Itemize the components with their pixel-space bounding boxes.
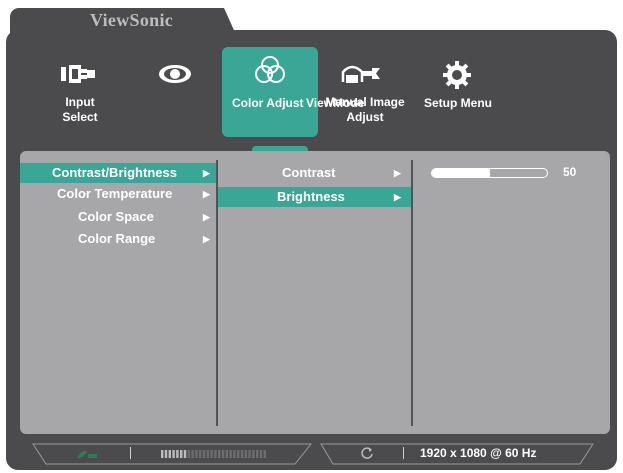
- level-bar: [176, 450, 179, 458]
- arrow-right-icon: ▶: [203, 212, 210, 222]
- menu-item-color-temperature[interactable]: Color Temperature ▶: [20, 184, 216, 204]
- level-bar: [199, 450, 202, 458]
- menu-item-color-range[interactable]: Color Range ▶: [20, 229, 216, 249]
- slider-fill: [432, 169, 490, 177]
- level-bar: [180, 450, 183, 458]
- level-bar: [256, 450, 259, 458]
- menu-item-contrast[interactable]: Contrast ▶: [218, 163, 411, 183]
- input-select-icon: [61, 65, 95, 83]
- level-bar: [221, 450, 225, 458]
- arrow-right-icon: ▶: [203, 234, 210, 244]
- tab-input-select[interactable]: Input Select: [52, 60, 108, 130]
- eye-icon: [159, 65, 191, 83]
- level-bar: [183, 450, 187, 458]
- level-bar: [252, 450, 255, 458]
- status-separator: [403, 447, 404, 459]
- level-bar: [202, 450, 206, 458]
- tab-input-select-label: Input Select: [62, 95, 98, 124]
- level-bar: [191, 450, 194, 458]
- level-bar: [214, 450, 217, 458]
- resolution-readout: 1920 x 1080 @ 60 Hz: [420, 446, 537, 460]
- brightness-slider[interactable]: [431, 168, 548, 178]
- status-separator: [130, 447, 131, 459]
- menu-item-contrast-brightness[interactable]: Contrast/Brightness ▶: [20, 163, 216, 183]
- menu-item-label: Brightness: [277, 189, 345, 204]
- brightness-level-indicator: [161, 450, 266, 458]
- menu-item-color-space[interactable]: Color Space ▶: [20, 207, 216, 227]
- level-bar: [233, 450, 236, 458]
- level-bar: [168, 450, 171, 458]
- level-bar: [195, 450, 198, 458]
- level-bar: [164, 450, 168, 458]
- level-bar: [172, 450, 175, 458]
- level-bar: [225, 450, 228, 458]
- tab-color-adjust[interactable]: Color Adjust: [222, 55, 318, 115]
- tab-setup-menu[interactable]: Setup Menu: [420, 60, 496, 110]
- level-bar: [210, 450, 213, 458]
- level-bar: [237, 450, 240, 458]
- eco-icon: [77, 450, 97, 458]
- arrow-right-icon: ▶: [203, 189, 210, 199]
- level-bar: [161, 450, 164, 458]
- level-bar: [206, 450, 209, 458]
- menu-item-brightness[interactable]: Brightness ▶: [218, 187, 411, 207]
- arrow-right-icon: ▶: [394, 192, 401, 202]
- level-bar: [244, 450, 247, 458]
- level-bar: [187, 450, 190, 458]
- manual-image-adjust-icon: [341, 65, 380, 83]
- osd-menu: ViewSonic Input Select Color Adjust View…: [0, 0, 623, 473]
- tab-setup-menu-label: Setup Menu: [424, 96, 492, 110]
- menu-item-label: Contrast/Brightness: [52, 165, 177, 180]
- level-bar: [240, 450, 244, 458]
- color-adjust-icon: [255, 56, 285, 83]
- arrow-right-icon: ▶: [203, 168, 210, 178]
- tab-eye-care[interactable]: [152, 60, 198, 100]
- tab-manual-image-adjust[interactable]: Manual Image Adjust: [325, 60, 405, 130]
- menu-item-label: Contrast: [282, 165, 336, 180]
- column-divider: [411, 160, 413, 426]
- refresh-icon: [361, 447, 373, 459]
- menu-item-label: Color Space: [78, 209, 154, 224]
- tab-manual-image-adjust-label: Manual Image Adjust: [325, 95, 405, 124]
- menu-item-label: Color Temperature: [57, 186, 173, 201]
- arrow-right-icon: ▶: [394, 168, 401, 178]
- gear-icon: [443, 61, 471, 89]
- level-bar: [229, 450, 232, 458]
- level-bar: [218, 450, 221, 458]
- slider-value: 50: [563, 165, 577, 179]
- level-bar: [259, 450, 263, 458]
- level-bar: [263, 450, 266, 458]
- brand-logo: ViewSonic: [90, 10, 174, 30]
- level-bar: [248, 450, 251, 458]
- menu-item-label: Color Range: [78, 231, 156, 246]
